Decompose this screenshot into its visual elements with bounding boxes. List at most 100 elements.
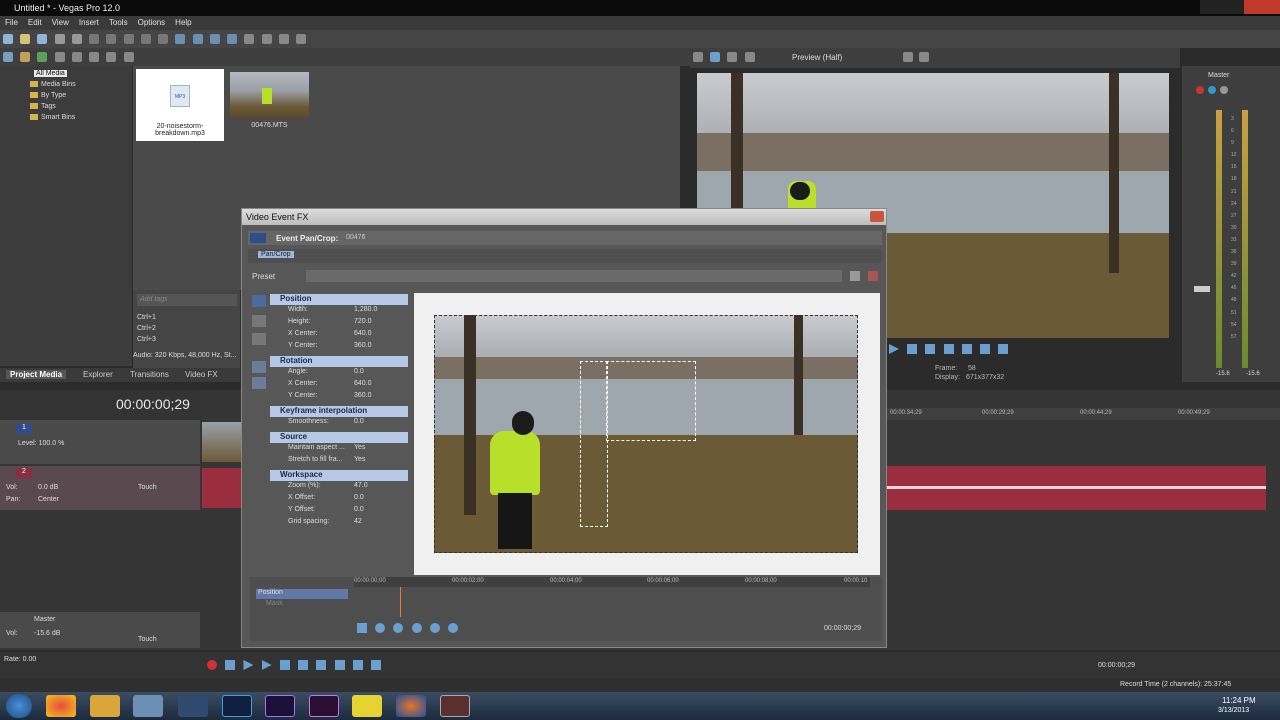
normal-edit-tool-icon[interactable] bbox=[227, 34, 238, 44]
cut-icon[interactable] bbox=[89, 34, 100, 44]
preview-quality-select[interactable]: Preview (Half) bbox=[792, 53, 842, 62]
save-icon[interactable] bbox=[37, 34, 48, 44]
property-row[interactable]: Width: 1,280.0 bbox=[270, 306, 408, 318]
go-to-end-icon[interactable] bbox=[961, 344, 972, 354]
kf-track-mask[interactable]: Mask bbox=[256, 600, 348, 610]
tree-by-type[interactable]: By Type bbox=[30, 92, 66, 99]
audio-event[interactable] bbox=[202, 468, 242, 508]
lock-aspect-icon[interactable] bbox=[252, 361, 266, 373]
menu-options[interactable]: Options bbox=[133, 16, 171, 27]
property-row[interactable]: X Center: 640.0 bbox=[270, 330, 408, 342]
capture-icon[interactable] bbox=[20, 52, 31, 62]
master-track-header[interactable]: Master Vol: -15.6 dB Touch bbox=[0, 612, 200, 648]
property-section-header[interactable]: Keyframe interpolation bbox=[270, 406, 408, 417]
property-value[interactable]: 0.0 bbox=[354, 506, 364, 513]
tab-transitions[interactable]: Transitions bbox=[130, 370, 169, 379]
first-keyframe-icon[interactable] bbox=[375, 623, 386, 633]
media-player-icon[interactable] bbox=[133, 695, 163, 717]
move-freely-icon[interactable] bbox=[252, 333, 266, 345]
refresh-icon[interactable] bbox=[37, 52, 48, 62]
add-tags-field[interactable]: Add tags bbox=[137, 294, 237, 306]
preset-dropdown[interactable] bbox=[306, 270, 842, 282]
prev-frame-icon[interactable] bbox=[352, 660, 363, 670]
copy-icon[interactable] bbox=[106, 34, 117, 44]
property-value[interactable]: 360.0 bbox=[354, 342, 372, 349]
property-section-header[interactable]: Position bbox=[270, 294, 408, 305]
sync-cursor-icon[interactable] bbox=[357, 623, 367, 633]
paste-icon[interactable] bbox=[123, 34, 134, 44]
kf-ruler[interactable]: 00:00:00;00 00:00:02;00 00:00:04;00 00:0… bbox=[354, 577, 870, 587]
envelope-tool-icon[interactable] bbox=[244, 34, 255, 44]
menu-view[interactable]: View bbox=[47, 16, 74, 27]
property-row[interactable]: Y Offset: 0.0 bbox=[270, 506, 408, 518]
pause-icon[interactable] bbox=[907, 344, 918, 354]
crop-selection[interactable] bbox=[434, 315, 858, 553]
menu-file[interactable]: File bbox=[0, 16, 23, 27]
start-button[interactable] bbox=[6, 694, 32, 718]
play-icon[interactable] bbox=[889, 344, 899, 354]
redo-icon[interactable] bbox=[158, 34, 169, 44]
firefox-icon[interactable] bbox=[396, 695, 426, 717]
menu-insert[interactable]: Insert bbox=[74, 16, 104, 27]
record-icon[interactable] bbox=[207, 660, 217, 670]
premiere-icon[interactable] bbox=[309, 695, 339, 717]
preview-properties-icon[interactable] bbox=[693, 52, 703, 62]
property-value[interactable]: 1,280.0 bbox=[354, 306, 377, 313]
tab-project-media[interactable]: Project Media bbox=[6, 370, 67, 379]
stop-icon[interactable] bbox=[298, 660, 309, 670]
zoom-tool-icon[interactable] bbox=[278, 34, 289, 44]
audio-automation-mode[interactable]: Touch bbox=[138, 484, 157, 491]
property-row[interactable]: Smoothness: 0.0 bbox=[270, 418, 408, 430]
property-value[interactable]: Yes bbox=[354, 444, 365, 451]
property-value[interactable]: Yes bbox=[354, 456, 365, 463]
new-icon[interactable] bbox=[3, 34, 13, 44]
property-row[interactable]: X Offset: 0.0 bbox=[270, 494, 408, 506]
normal-edit-icon[interactable] bbox=[252, 295, 266, 307]
save-preset-icon[interactable] bbox=[850, 271, 860, 281]
media-item-mp3[interactable]: MP3 20-noisestorm-breakdown.mp3 bbox=[136, 69, 224, 141]
media-properties-icon[interactable] bbox=[54, 52, 65, 62]
timeline-ruler[interactable]: 00:00:34;29 00:00:29;29 00:00:44;29 00:0… bbox=[886, 408, 1280, 420]
lock-envelopes-icon[interactable] bbox=[209, 34, 220, 44]
photoshop-icon[interactable] bbox=[222, 695, 252, 717]
norton-icon[interactable] bbox=[352, 695, 382, 717]
stop-icon[interactable] bbox=[925, 344, 936, 354]
play-icon[interactable] bbox=[71, 52, 82, 62]
dialog-close-button[interactable] bbox=[870, 211, 884, 222]
property-value[interactable]: 0.0 bbox=[354, 494, 364, 501]
kf-cursor[interactable] bbox=[400, 587, 401, 617]
menu-tools[interactable]: Tools bbox=[104, 16, 133, 27]
property-row[interactable]: Grid spacing: 42 bbox=[270, 518, 408, 530]
device-preview-icon[interactable] bbox=[710, 52, 721, 62]
vegas-icon[interactable] bbox=[440, 695, 470, 717]
property-row[interactable]: Y Center: 360.0 bbox=[270, 392, 408, 404]
after-effects-icon[interactable] bbox=[265, 695, 295, 717]
master-automation-mode[interactable]: Touch bbox=[138, 636, 157, 643]
maximize-button[interactable] bbox=[1222, 0, 1244, 14]
property-row[interactable]: Height: 720.0 bbox=[270, 318, 408, 330]
prev-frame-icon[interactable] bbox=[980, 344, 991, 354]
last-keyframe-icon[interactable] bbox=[448, 623, 459, 633]
property-value[interactable]: 42 bbox=[354, 518, 362, 525]
kf-track-position[interactable]: Position bbox=[256, 589, 348, 599]
go-to-start-icon[interactable] bbox=[943, 344, 954, 354]
delete-preset-icon[interactable] bbox=[868, 271, 878, 281]
snap-icon[interactable] bbox=[175, 34, 186, 44]
property-value[interactable]: 360.0 bbox=[354, 392, 372, 399]
master-mute-icon[interactable] bbox=[1208, 86, 1216, 94]
master-fader[interactable] bbox=[1194, 286, 1210, 292]
stop-icon[interactable] bbox=[89, 52, 100, 62]
loop-icon[interactable] bbox=[225, 660, 236, 670]
property-section-header[interactable]: Source bbox=[270, 432, 408, 443]
search-icon[interactable] bbox=[123, 52, 134, 62]
zoom-edit-icon[interactable] bbox=[252, 315, 266, 327]
tree-all-media[interactable]: All Media bbox=[34, 70, 67, 77]
selection-tool-icon[interactable] bbox=[261, 34, 272, 44]
pan-crop-workspace[interactable] bbox=[414, 293, 880, 575]
go-to-end-icon[interactable] bbox=[334, 660, 345, 670]
size-about-center-icon[interactable] bbox=[252, 377, 266, 389]
close-button[interactable] bbox=[1244, 0, 1280, 14]
media-item-mts[interactable] bbox=[230, 72, 309, 118]
property-row[interactable]: Maintain aspect ... Yes bbox=[270, 444, 408, 456]
next-frame-icon[interactable] bbox=[371, 660, 382, 670]
